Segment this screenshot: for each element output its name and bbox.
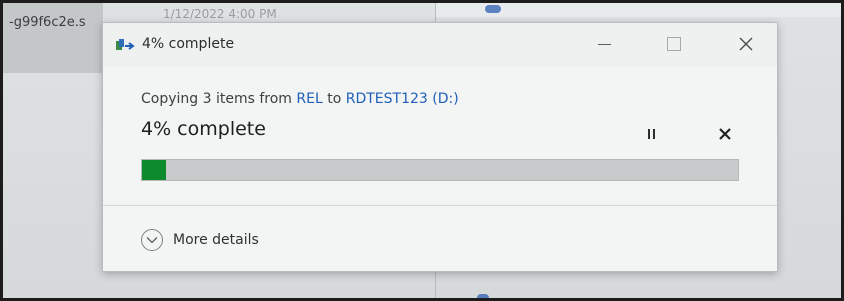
progress-status: 4% complete bbox=[141, 118, 266, 140]
pause-icon bbox=[652, 129, 655, 139]
dialog-title: 4% complete bbox=[142, 36, 235, 52]
copy-middle: to bbox=[322, 91, 346, 107]
pause-button[interactable] bbox=[639, 124, 663, 144]
maximize-icon bbox=[667, 37, 681, 51]
footer-divider bbox=[103, 205, 777, 206]
chevron-down-icon bbox=[141, 229, 163, 251]
copy-description: Copying 3 items from REL to RDTEST123 (D… bbox=[141, 91, 459, 107]
background-date: 1/12/2022 4:00 PM bbox=[163, 7, 277, 21]
copy-files-icon bbox=[116, 39, 135, 50]
background-icon bbox=[485, 5, 501, 13]
more-details-label: More details bbox=[173, 232, 259, 248]
copy-prefix: Copying 3 items from bbox=[141, 91, 297, 107]
source-link[interactable]: REL bbox=[296, 91, 322, 107]
close-button[interactable] bbox=[729, 29, 763, 59]
cancel-icon bbox=[719, 128, 731, 140]
dialog-titlebar[interactable]: 4% complete bbox=[103, 23, 777, 67]
destination-link[interactable]: RDTEST123 (D:) bbox=[346, 91, 459, 107]
background-filename: -g99f6c2e.s bbox=[9, 15, 86, 30]
cancel-button[interactable] bbox=[713, 122, 737, 146]
progress-fill bbox=[142, 160, 166, 180]
maximize-button[interactable] bbox=[657, 29, 691, 59]
minimize-icon bbox=[597, 43, 611, 45]
file-copy-dialog: 4% complete Copying 3 items from REL to … bbox=[102, 22, 778, 272]
background-icon bbox=[477, 294, 489, 298]
more-details-button[interactable]: More details bbox=[141, 227, 259, 253]
progress-bar bbox=[141, 159, 739, 181]
close-icon bbox=[739, 37, 753, 51]
photo-frame: -g99f6c2e.s 1/12/2022 4:00 PM 4% complet… bbox=[0, 0, 844, 301]
pause-icon bbox=[647, 129, 650, 139]
minimize-button[interactable] bbox=[587, 29, 621, 59]
background-explorer-pane bbox=[3, 3, 103, 73]
